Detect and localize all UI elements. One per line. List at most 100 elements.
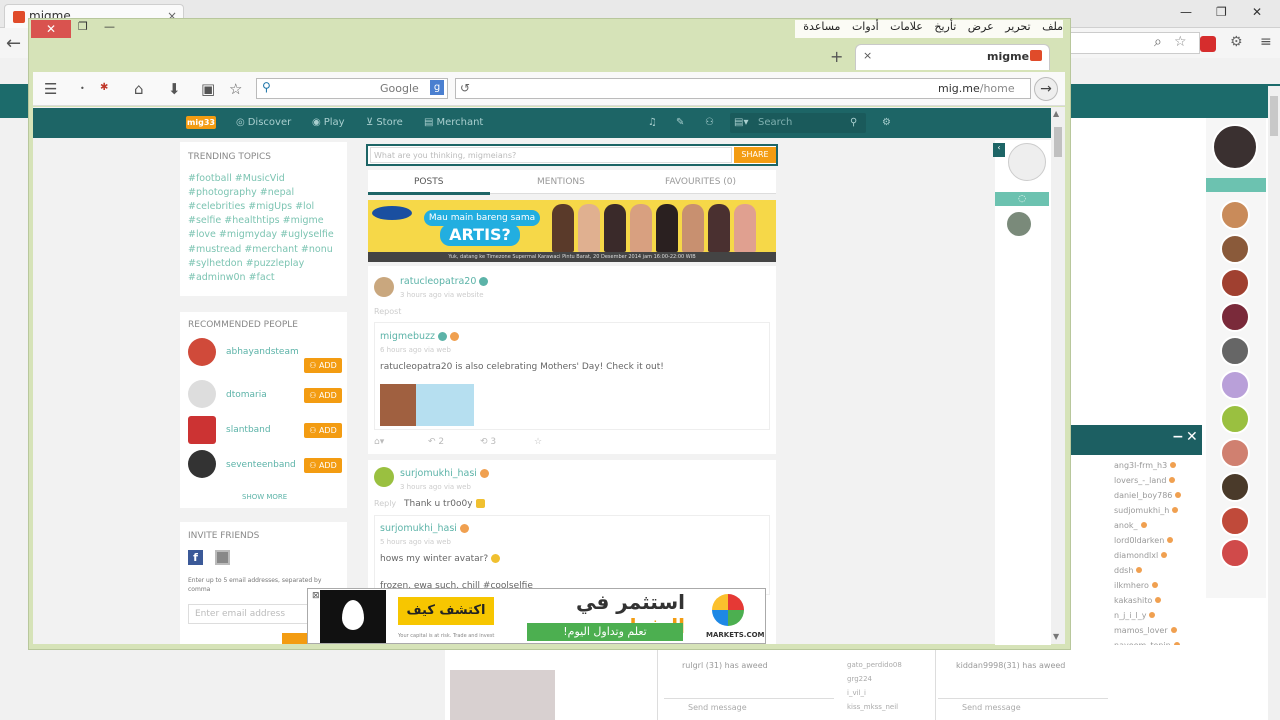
recommended-name[interactable]: seventeenband: [226, 460, 296, 470]
extension-icon[interactable]: [1200, 36, 1216, 52]
list-item[interactable]: n_j_i_l_y: [1114, 611, 1156, 620]
firefox-close-button[interactable]: ✕: [31, 20, 71, 38]
avatar[interactable]: [188, 416, 216, 444]
avatar[interactable]: [1007, 212, 1031, 236]
scroll-up-icon[interactable]: ▲: [1053, 109, 1059, 118]
add-friend-button[interactable]: ⚇ ADD: [304, 358, 342, 373]
avatar[interactable]: [1220, 234, 1250, 264]
ad-close-icon[interactable]: ⊠: [312, 591, 320, 601]
star-icon[interactable]: ☆: [1174, 34, 1187, 50]
migme-logo[interactable]: mig33: [186, 116, 216, 129]
firefox-minimize-icon[interactable]: —: [104, 20, 115, 33]
firefox-restore-icon[interactable]: ❐: [78, 20, 88, 33]
tab-favourites[interactable]: FAVOURITES (0): [665, 177, 736, 187]
search-input[interactable]: ⚲: [256, 78, 448, 99]
compose-icon[interactable]: ✎: [676, 117, 684, 128]
list-item[interactable]: lovers_-_land: [1114, 476, 1176, 485]
search-icon[interactable]: ⚲: [850, 117, 857, 128]
menu-history[interactable]: تأريخ: [934, 20, 956, 33]
list-item[interactable]: anok_: [1114, 521, 1147, 530]
minimize-icon[interactable]: —: [1180, 5, 1192, 19]
menu-edit[interactable]: تحرير: [1005, 20, 1030, 33]
user-icon[interactable]: ⚇: [705, 117, 714, 128]
avatar[interactable]: [1220, 404, 1250, 434]
bookmark-star-icon[interactable]: ☆: [229, 80, 242, 98]
list-item[interactable]: kakashito: [1114, 596, 1162, 605]
scrollbar-thumb[interactable]: [1054, 127, 1062, 157]
post-image[interactable]: [380, 384, 416, 426]
add-friend-button[interactable]: ⚇ ADD: [304, 458, 342, 473]
post-username[interactable]: ratucleopatra20: [400, 276, 489, 287]
avatar[interactable]: [1220, 336, 1250, 366]
tab-mentions[interactable]: MENTIONS: [537, 177, 585, 187]
notification-bell-icon[interactable]: ♫: [648, 117, 657, 128]
avatar[interactable]: [1220, 438, 1250, 468]
list-item[interactable]: kiss_mkss_neil: [847, 703, 898, 711]
nav-discover[interactable]: ◎ Discover: [236, 117, 291, 128]
post-username[interactable]: surjomukhi_hasi: [380, 523, 469, 534]
list-item[interactable]: grg224: [847, 675, 872, 683]
send-message-input[interactable]: Send message: [938, 698, 1108, 716]
email-icon[interactable]: [215, 550, 230, 565]
home-icon[interactable]: ⌂: [134, 80, 144, 98]
new-tab-button[interactable]: +: [830, 47, 843, 66]
menu-icon[interactable]: ≡: [1260, 34, 1272, 50]
avatar[interactable]: [188, 450, 216, 478]
avatar[interactable]: [1220, 472, 1250, 502]
hamburger-menu-icon[interactable]: ☰: [44, 80, 57, 98]
avatar[interactable]: [1212, 124, 1258, 170]
settings-extension-icon[interactable]: ⚙: [1230, 34, 1243, 50]
add-friend-button[interactable]: ⚇ ADD: [304, 388, 342, 403]
list-item[interactable]: lord0ldarken: [1114, 536, 1174, 545]
avatar[interactable]: [1220, 506, 1250, 536]
trending-tags-line[interactable]: #mustread #merchant #nonu: [188, 244, 333, 255]
repost-count[interactable]: ⟲ 3: [480, 437, 496, 447]
trending-tags-line[interactable]: #love #migmyday #uglyselfie: [188, 229, 334, 240]
menu-file[interactable]: ملف: [1042, 20, 1063, 33]
add-friend-button[interactable]: ⚇ ADD: [304, 423, 342, 438]
close-chat-icon[interactable]: ✕: [1186, 429, 1198, 445]
download-icon[interactable]: ⬇: [168, 80, 181, 98]
migme-search-input[interactable]: [730, 113, 866, 133]
list-item[interactable]: ilkmhero: [1114, 581, 1158, 590]
avatar[interactable]: [1220, 200, 1250, 230]
post-input[interactable]: What are you thinking, migmeians?: [370, 147, 732, 163]
recommended-name[interactable]: abhayandsteam: [226, 347, 299, 357]
avatar[interactable]: [374, 277, 394, 297]
avatar[interactable]: [1220, 268, 1250, 298]
favourite-star-icon[interactable]: ☆: [534, 437, 542, 447]
search-icon[interactable]: ⌕: [1154, 34, 1162, 50]
reload-icon[interactable]: ↺: [460, 81, 470, 95]
menu-bookmarks[interactable]: علامات: [890, 20, 923, 33]
background-scrollbar[interactable]: [1268, 86, 1280, 720]
ad-cta-button[interactable]: اكتشف كيف: [398, 597, 494, 625]
facebook-icon[interactable]: f: [188, 550, 203, 565]
page-scrollbar[interactable]: ▲ ▼: [1051, 107, 1065, 644]
list-item[interactable]: sudjomukhi_h: [1114, 506, 1179, 515]
avatar[interactable]: [1008, 143, 1046, 181]
google-icon[interactable]: g: [430, 80, 444, 95]
window-close-icon[interactable]: ✕: [1252, 5, 1262, 19]
list-item[interactable]: diamondlxl: [1114, 551, 1168, 560]
avatar[interactable]: [374, 467, 394, 487]
avatar[interactable]: [1220, 538, 1250, 568]
photo-thumbnail[interactable]: [450, 670, 555, 720]
dot-icon[interactable]: •: [80, 84, 85, 93]
menu-view[interactable]: عرض: [968, 20, 994, 33]
post-username[interactable]: migmebuzz: [380, 331, 460, 342]
list-item[interactable]: i_vil_i: [847, 689, 866, 697]
trending-tags-line[interactable]: #adminw0n #fact: [188, 272, 275, 283]
minimize-chat-icon[interactable]: −: [1172, 429, 1184, 445]
avatar[interactable]: [188, 338, 216, 366]
list-item[interactable]: ang3l-frm_h3: [1114, 461, 1177, 470]
list-item[interactable]: daniel_boy786: [1114, 491, 1182, 500]
trending-tags-line[interactable]: #photography #nepal: [188, 187, 294, 198]
addon-icon[interactable]: ✱: [100, 82, 108, 93]
nav-play[interactable]: ◉ Play: [312, 117, 345, 128]
go-arrow-button[interactable]: →: [1034, 77, 1058, 101]
collapse-chevron-icon[interactable]: ‹: [993, 143, 1005, 157]
avatar[interactable]: [1220, 302, 1250, 332]
post-image[interactable]: [416, 384, 474, 426]
show-more-link[interactable]: SHOW MORE: [242, 493, 287, 501]
settings-icon[interactable]: ⚙: [882, 117, 891, 128]
